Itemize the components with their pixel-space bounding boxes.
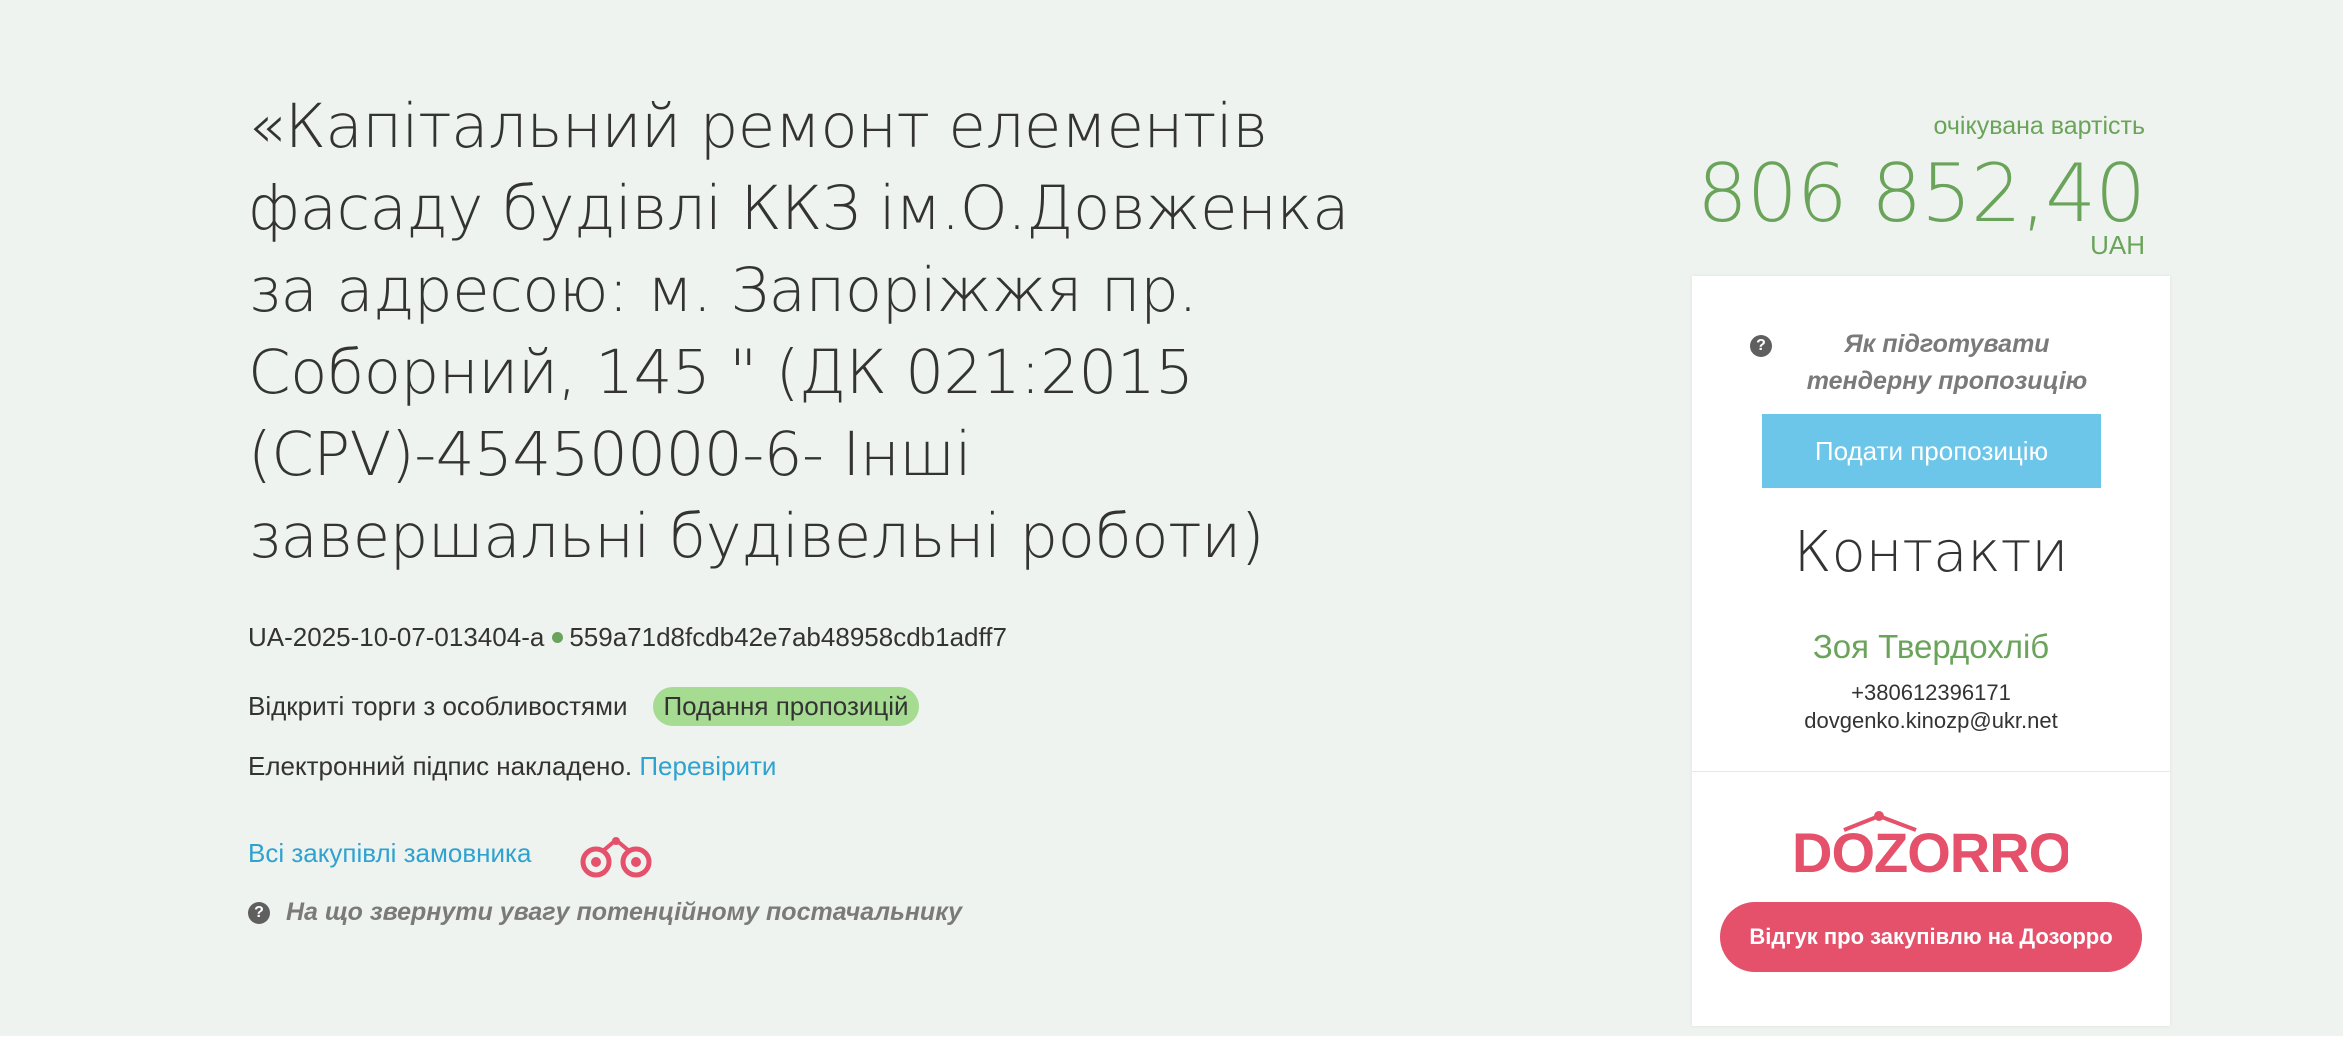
signature-text: Електронний підпис накладено.	[248, 751, 633, 781]
tender-id: UA-2025-10-07-013404-a	[248, 622, 545, 652]
divider	[1692, 771, 2170, 772]
verify-signature-link[interactable]: Перевірити	[639, 751, 776, 781]
supplier-attention-link[interactable]: ? На що звернути увагу потенційному пост…	[248, 898, 962, 927]
contact-phone: +380612396171	[1851, 680, 2011, 705]
contact-email: dovgenko.kinozp@ukr.net	[1804, 708, 2058, 733]
question-circle-icon: ?	[248, 901, 270, 924]
expected-value-amount: 806 852,40	[1696, 147, 2146, 240]
dozorro-logo: DOZORRO	[1792, 811, 2068, 882]
howto-text: Як підготувати тендерну пропозицію	[1806, 330, 2088, 395]
submit-bid-button[interactable]: Подати пропозицію	[1762, 414, 2101, 488]
contacts-title: Контакти	[1793, 520, 2069, 585]
question-circle-icon: ?	[1750, 334, 1772, 357]
dozorro-logo-text: DOZORRO	[1792, 821, 2068, 882]
all-customer-purchases-link[interactable]: Всі закупівлі замовника	[248, 838, 531, 869]
procedure-type: Відкриті торги з особливостями	[248, 691, 628, 721]
expected-value-label: очікувана вартість	[1933, 112, 2145, 140]
signature-line: Електронний підпис накладено. Перевірити	[248, 751, 776, 782]
procedure-line: Відкриті торги з особливостями Подання п…	[248, 687, 919, 726]
tender-title: «Капітальний ремонт елементів фасаду буд…	[248, 91, 1349, 572]
howto-prepare-link[interactable]: ? Як підготувати тендерну пропозицію	[1692, 326, 2170, 400]
attention-text: На що звернути увагу потенційному постач…	[286, 898, 963, 926]
contact-name: Зоя Твердохліб	[1812, 628, 2050, 665]
separator-dot-icon	[552, 632, 564, 644]
expected-value-currency: UAH	[2090, 230, 2145, 260]
status-badge: Подання пропозицій	[653, 687, 919, 726]
binoculars-icon[interactable]	[578, 836, 654, 878]
tender-identifiers: UA-2025-10-07-013404-a 559a71d8fcdb42e7ab…	[248, 622, 1007, 653]
sidebar-card: ? Як підготувати тендерну пропозицію Пода…	[1692, 276, 2170, 1026]
tender-hash: 559a71d8fcdb42e7ab48958cdb1adff7	[569, 622, 1007, 652]
dozorro-feedback-button[interactable]: Відгук про закупівлю на Дозорро	[1720, 902, 2142, 972]
